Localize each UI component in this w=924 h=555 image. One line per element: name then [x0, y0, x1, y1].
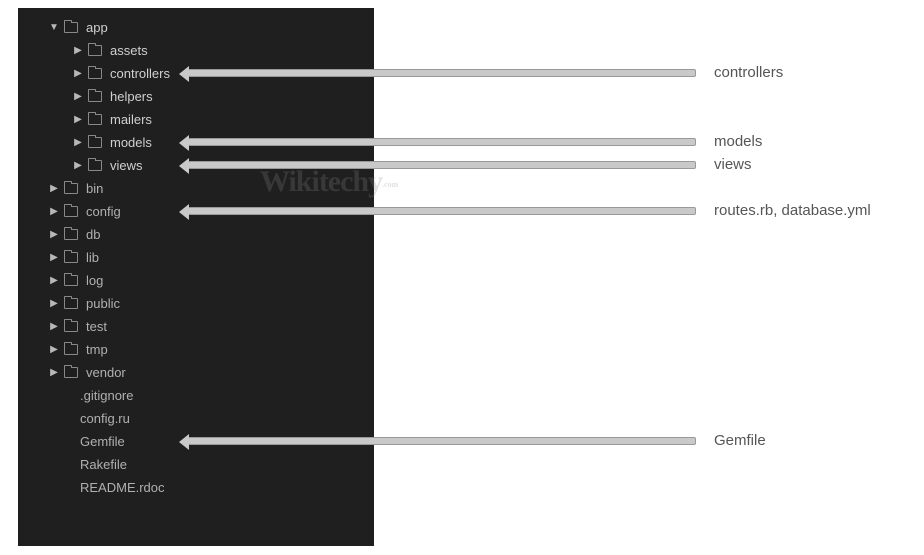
chevron-down-icon: ▼ — [48, 22, 60, 33]
chevron-right-icon: ▶ — [48, 252, 60, 263]
tree-item-label: bin — [86, 181, 103, 196]
tree-item-label: views — [110, 158, 143, 173]
tree-item-rakefile[interactable]: ▶ Rakefile — [18, 453, 374, 476]
callout-config: routes.rb, database.yml — [188, 202, 871, 219]
chevron-right-icon: ▶ — [48, 344, 60, 355]
folder-icon — [64, 367, 78, 378]
tree-item-label: tmp — [86, 342, 108, 357]
tree-item-label: .gitignore — [80, 388, 133, 403]
tree-item-mailers[interactable]: ▶ mailers — [18, 108, 374, 131]
callout-label: controllers — [714, 64, 783, 81]
folder-icon — [88, 160, 102, 171]
folder-icon — [64, 344, 78, 355]
tree-item-label: controllers — [110, 66, 170, 81]
tree-item-label: Gemfile — [80, 434, 125, 449]
tree-item-label: app — [86, 20, 108, 35]
folder-icon — [88, 45, 102, 56]
chevron-right-icon: ▶ — [72, 137, 84, 148]
chevron-right-icon: ▶ — [48, 183, 60, 194]
tree-item-bin[interactable]: ▶ bin — [18, 177, 374, 200]
tree-item-db[interactable]: ▶ db — [18, 223, 374, 246]
tree-item-helpers[interactable]: ▶ helpers — [18, 85, 374, 108]
folder-icon — [64, 321, 78, 332]
folder-icon — [88, 68, 102, 79]
tree-item-label: README.rdoc — [80, 480, 165, 495]
tree-item-label: models — [110, 135, 152, 150]
file-tree-panel: ▼ app ▶ assets ▶ controllers ▶ helpers ▶… — [18, 8, 374, 546]
tree-item-label: lib — [86, 250, 99, 265]
callout-label: Gemfile — [714, 432, 766, 449]
chevron-right-icon: ▶ — [72, 114, 84, 125]
chevron-right-icon: ▶ — [48, 229, 60, 240]
tree-item-gitignore[interactable]: ▶ .gitignore — [18, 384, 374, 407]
chevron-right-icon: ▶ — [48, 321, 60, 332]
folder-icon — [64, 298, 78, 309]
tree-item-lib[interactable]: ▶ lib — [18, 246, 374, 269]
tree-item-configru[interactable]: ▶ config.ru — [18, 407, 374, 430]
tree-item-label: Rakefile — [80, 457, 127, 472]
chevron-right-icon: ▶ — [72, 160, 84, 171]
arrow-icon — [188, 138, 696, 146]
chevron-right-icon: ▶ — [48, 367, 60, 378]
callout-label: views — [714, 156, 752, 173]
tree-item-label: config.ru — [80, 411, 130, 426]
tree-item-vendor[interactable]: ▶ vendor — [18, 361, 374, 384]
tree-item-label: log — [86, 273, 103, 288]
arrow-icon — [188, 437, 696, 445]
tree-item-app[interactable]: ▼ app — [18, 16, 374, 39]
tree-item-label: config — [86, 204, 121, 219]
callout-views: views — [188, 156, 752, 173]
callout-controllers: controllers — [188, 64, 783, 81]
folder-icon — [64, 229, 78, 240]
folder-icon — [64, 206, 78, 217]
chevron-right-icon: ▶ — [48, 275, 60, 286]
tree-item-tmp[interactable]: ▶ tmp — [18, 338, 374, 361]
callout-label: routes.rb, database.yml — [714, 202, 871, 219]
chevron-right-icon: ▶ — [72, 45, 84, 56]
folder-icon — [88, 91, 102, 102]
tree-item-label: db — [86, 227, 100, 242]
tree-item-label: mailers — [110, 112, 152, 127]
folder-icon — [88, 137, 102, 148]
folder-icon — [88, 114, 102, 125]
callout-gemfile: Gemfile — [188, 432, 766, 449]
folder-icon — [64, 183, 78, 194]
watermark-sub: .com — [382, 180, 398, 189]
tree-item-public[interactable]: ▶ public — [18, 292, 374, 315]
tree-item-label: helpers — [110, 89, 153, 104]
callout-label: models — [714, 133, 762, 150]
chevron-right-icon: ▶ — [72, 91, 84, 102]
folder-icon — [64, 275, 78, 286]
folder-icon — [64, 22, 78, 33]
folder-icon — [64, 252, 78, 263]
tree-item-label: test — [86, 319, 107, 334]
arrow-icon — [188, 161, 696, 169]
arrow-icon — [188, 69, 696, 77]
tree-item-label: vendor — [86, 365, 126, 380]
chevron-right-icon: ▶ — [48, 206, 60, 217]
tree-item-readme[interactable]: ▶ README.rdoc — [18, 476, 374, 499]
chevron-right-icon: ▶ — [48, 298, 60, 309]
tree-item-label: public — [86, 296, 120, 311]
tree-item-label: assets — [110, 43, 148, 58]
tree-item-assets[interactable]: ▶ assets — [18, 39, 374, 62]
arrow-icon — [188, 207, 696, 215]
callout-models: models — [188, 133, 762, 150]
tree-item-test[interactable]: ▶ test — [18, 315, 374, 338]
chevron-right-icon: ▶ — [72, 68, 84, 79]
tree-item-log[interactable]: ▶ log — [18, 269, 374, 292]
